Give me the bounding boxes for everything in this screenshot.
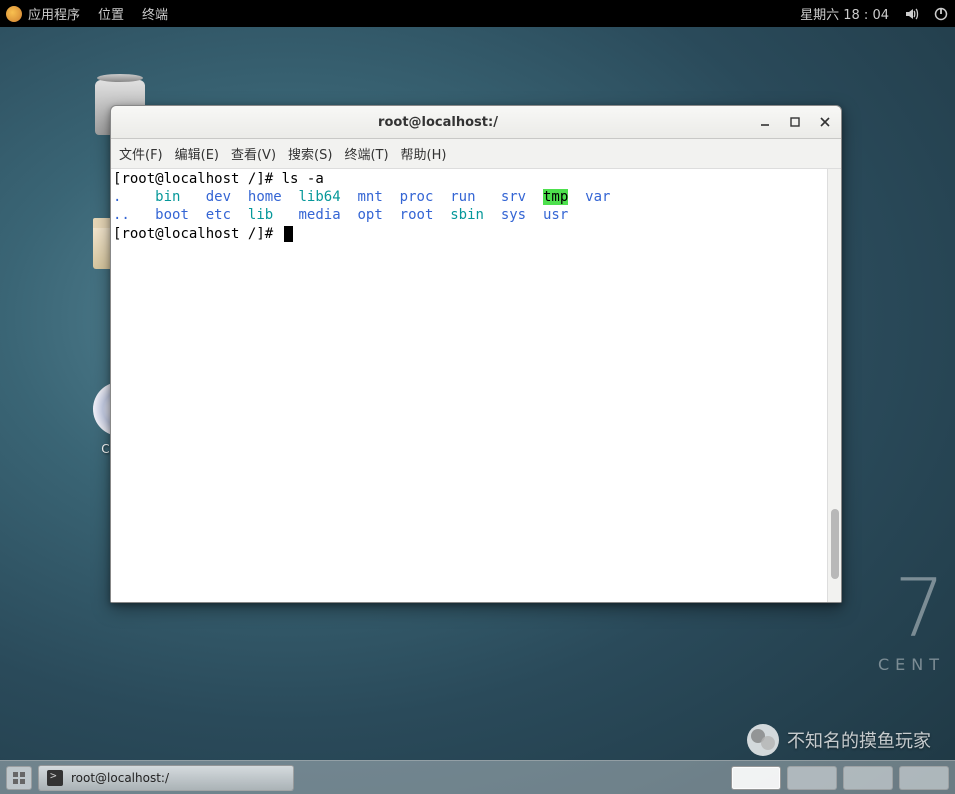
minimize-button[interactable] xyxy=(757,114,773,130)
menu-view[interactable]: 查看(V) xyxy=(231,144,276,163)
workspace-4[interactable] xyxy=(899,766,949,790)
menu-terminal-tab[interactable]: 终端(T) xyxy=(344,144,388,163)
workspace-1[interactable] xyxy=(731,766,781,790)
centos-brand: 7 CENT xyxy=(878,562,945,674)
workspace-2[interactable] xyxy=(787,766,837,790)
close-button[interactable] xyxy=(817,114,833,130)
clock[interactable]: 星期六 18 : 04 xyxy=(800,4,889,23)
window-title: root@localhost:/ xyxy=(119,115,757,130)
menu-places[interactable]: 位置 xyxy=(98,4,124,23)
scrollbar[interactable] xyxy=(827,169,841,602)
menu-edit[interactable]: 编辑(E) xyxy=(175,144,219,163)
cursor xyxy=(284,226,293,242)
bottom-panel: root@localhost:/ xyxy=(0,760,955,794)
terminal-icon xyxy=(47,770,63,786)
ls-output-row-1: . bin dev home lib64 mnt proc run srv tm… xyxy=(113,188,839,206)
menu-file[interactable]: 文件(F) xyxy=(119,144,163,163)
centos-name: CENT xyxy=(878,655,945,674)
workspace-3[interactable] xyxy=(843,766,893,790)
scrollbar-thumb[interactable] xyxy=(831,509,839,579)
taskbar-item-terminal[interactable]: root@localhost:/ xyxy=(38,765,294,791)
ls-output-row-2: .. boot etc lib media opt root sbin sys … xyxy=(113,206,839,224)
prompt-line-2: [root@localhost /]# xyxy=(113,225,839,243)
taskbar-item-label: root@localhost:/ xyxy=(71,771,169,785)
terminal-body[interactable]: [root@localhost /]# ls -a . bin dev home… xyxy=(111,169,841,602)
wechat-icon xyxy=(747,724,779,756)
menu-search[interactable]: 搜索(S) xyxy=(288,144,332,163)
watermark: 不知名的摸鱼玩家 xyxy=(747,724,931,756)
maximize-button[interactable] xyxy=(787,114,803,130)
terminal-window: root@localhost:/ 文件(F) 编辑(E) 查看(V) 搜索(S)… xyxy=(110,105,842,603)
prompt-line-1: [root@localhost /]# ls -a xyxy=(113,170,839,188)
menu-help[interactable]: 帮助(H) xyxy=(401,144,447,163)
menu-applications[interactable]: 应用程序 xyxy=(28,4,80,23)
show-desktop-button[interactable] xyxy=(6,766,32,790)
menu-terminal[interactable]: 终端 xyxy=(142,4,168,23)
distro-logo-icon xyxy=(6,6,22,22)
power-icon[interactable] xyxy=(933,6,949,22)
menubar: 文件(F) 编辑(E) 查看(V) 搜索(S) 终端(T) 帮助(H) xyxy=(111,139,841,169)
watermark-text: 不知名的摸鱼玩家 xyxy=(787,727,931,753)
top-panel: 应用程序 位置 终端 星期六 18 : 04 xyxy=(0,0,955,27)
volume-icon[interactable] xyxy=(903,6,919,22)
titlebar[interactable]: root@localhost:/ xyxy=(111,106,841,139)
centos-version: 7 xyxy=(878,562,945,655)
